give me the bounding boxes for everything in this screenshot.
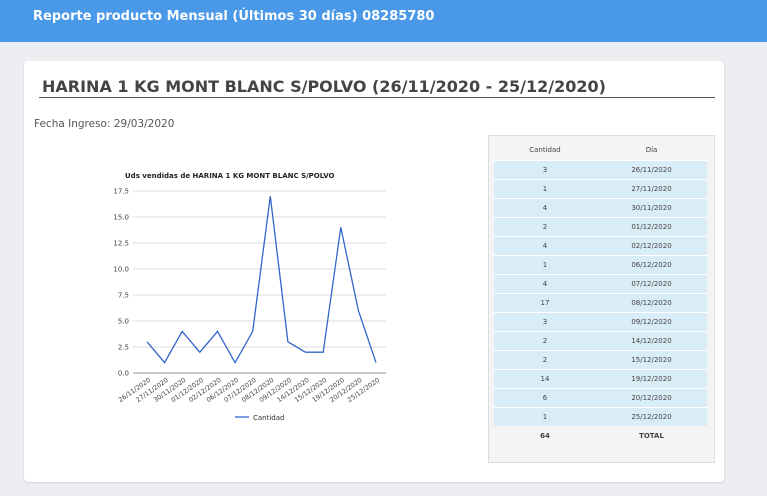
table-row: 4 30/11/2020	[494, 197, 707, 217]
cell-dia: 02/12/2020	[596, 235, 707, 255]
data-point	[322, 351, 324, 353]
chart-title: Uds vendidas de HARINA 1 KG MONT BLANC S…	[125, 172, 335, 180]
data-point	[163, 361, 165, 363]
data-point	[269, 195, 271, 197]
product-title: HARINA 1 KG MONT BLANC S/POLVO (26/11/20…	[42, 77, 606, 96]
data-point	[234, 361, 236, 363]
y-tick-label: 7.5	[118, 292, 129, 300]
sales-table: Cantidad Día 3 26/11/2020 1 27/11/2020 4 30/1…	[494, 141, 707, 446]
table-row: 2 14/12/2020	[494, 330, 707, 350]
table-row: 2 15/12/2020	[494, 349, 707, 369]
series-line-cantidad	[146, 196, 377, 364]
column-header-cantidad: Cantidad	[494, 141, 596, 160]
cell-cantidad: 4	[494, 273, 596, 293]
table-row: 6 20/12/2020	[494, 387, 707, 407]
cell-cantidad: 4	[494, 197, 596, 217]
table-header-row: Cantidad Día	[494, 141, 707, 160]
table-row: 1 06/12/2020	[494, 254, 707, 274]
cell-cantidad: 1	[494, 254, 596, 274]
table-row: 4 07/12/2020	[494, 273, 707, 293]
y-tick-label: 17.5	[113, 188, 129, 196]
cell-cantidad: 2	[494, 349, 596, 369]
cell-dia: 19/12/2020	[596, 368, 707, 388]
data-point	[340, 226, 342, 228]
cell-dia: 30/11/2020	[596, 197, 707, 217]
table-body: 3 26/11/2020 1 27/11/2020 4 30/11/2020 2 01/12/…	[494, 159, 707, 426]
y-tick-label: 0.0	[118, 370, 129, 378]
data-point	[181, 330, 183, 332]
cell-cantidad: 3	[494, 159, 596, 179]
data-point	[304, 351, 306, 353]
y-tick-label: 5.0	[118, 318, 129, 326]
cell-dia: 15/12/2020	[596, 349, 707, 369]
y-tick-label: 2.5	[118, 344, 129, 352]
report-card: HARINA 1 KG MONT BLANC S/POLVO (26/11/20…	[24, 61, 724, 482]
table-row: 1 25/12/2020	[494, 406, 707, 426]
top-bar: Reporte producto Mensual (Últimos 30 día…	[0, 0, 767, 42]
cell-cantidad: 4	[494, 235, 596, 255]
data-point	[251, 330, 253, 332]
sales-chart: Uds vendidas de HARINA 1 KG MONT BLANC S…	[45, 136, 466, 429]
column-header-dia: Día	[596, 141, 707, 160]
cell-cantidad: 1	[494, 178, 596, 198]
data-point	[199, 351, 201, 353]
cell-dia: 25/12/2020	[596, 406, 707, 426]
table-row: 2 01/12/2020	[494, 216, 707, 236]
legend-label: Cantidad	[253, 414, 284, 422]
cell-dia: 06/12/2020	[596, 254, 707, 274]
cell-dia: 26/11/2020	[596, 159, 707, 179]
cell-dia: 07/12/2020	[596, 273, 707, 293]
cell-dia: 08/12/2020	[596, 292, 707, 312]
cell-dia: 27/11/2020	[596, 178, 707, 198]
sales-chart-svg: Uds vendidas de HARINA 1 KG MONT BLANC S…	[113, 172, 386, 422]
cell-cantidad: 1	[494, 406, 596, 426]
cell-cantidad: 2	[494, 330, 596, 350]
cell-dia: 20/12/2020	[596, 387, 707, 407]
fecha-ingreso: Fecha Ingreso: 29/03/2020	[34, 118, 175, 130]
data-point	[357, 309, 359, 311]
cell-cantidad: 6	[494, 387, 596, 407]
y-tick-label: 15.0	[113, 214, 129, 222]
data-point	[146, 341, 148, 343]
title-divider	[39, 97, 715, 98]
table-row: 4 02/12/2020	[494, 235, 707, 255]
data-point	[375, 361, 377, 363]
cell-dia: 01/12/2020	[596, 216, 707, 236]
cell-dia: 09/12/2020	[596, 311, 707, 331]
table-row: 3 26/11/2020	[494, 159, 707, 179]
report-header-title: Reporte producto Mensual (Últimos 30 día…	[33, 9, 435, 24]
sales-table-panel: Cantidad Día 3 26/11/2020 1 27/11/2020 4 30/1…	[488, 135, 715, 463]
y-tick-label: 12.5	[113, 240, 129, 248]
table-row: 17 08/12/2020	[494, 292, 707, 312]
total-label: TOTAL	[596, 426, 707, 446]
cell-cantidad: 14	[494, 368, 596, 388]
table-row: 1 27/11/2020	[494, 178, 707, 198]
data-point	[216, 330, 218, 332]
cell-cantidad: 17	[494, 292, 596, 312]
data-point	[287, 341, 289, 343]
table-total-row: 64 TOTAL	[494, 426, 707, 446]
table-row: 14 19/12/2020	[494, 368, 707, 388]
cell-cantidad: 3	[494, 311, 596, 331]
y-tick-label: 10.0	[113, 266, 129, 274]
cell-dia: 14/12/2020	[596, 330, 707, 350]
cell-cantidad: 2	[494, 216, 596, 236]
table-row: 3 09/12/2020	[494, 311, 707, 331]
total-cantidad: 64	[494, 426, 596, 446]
